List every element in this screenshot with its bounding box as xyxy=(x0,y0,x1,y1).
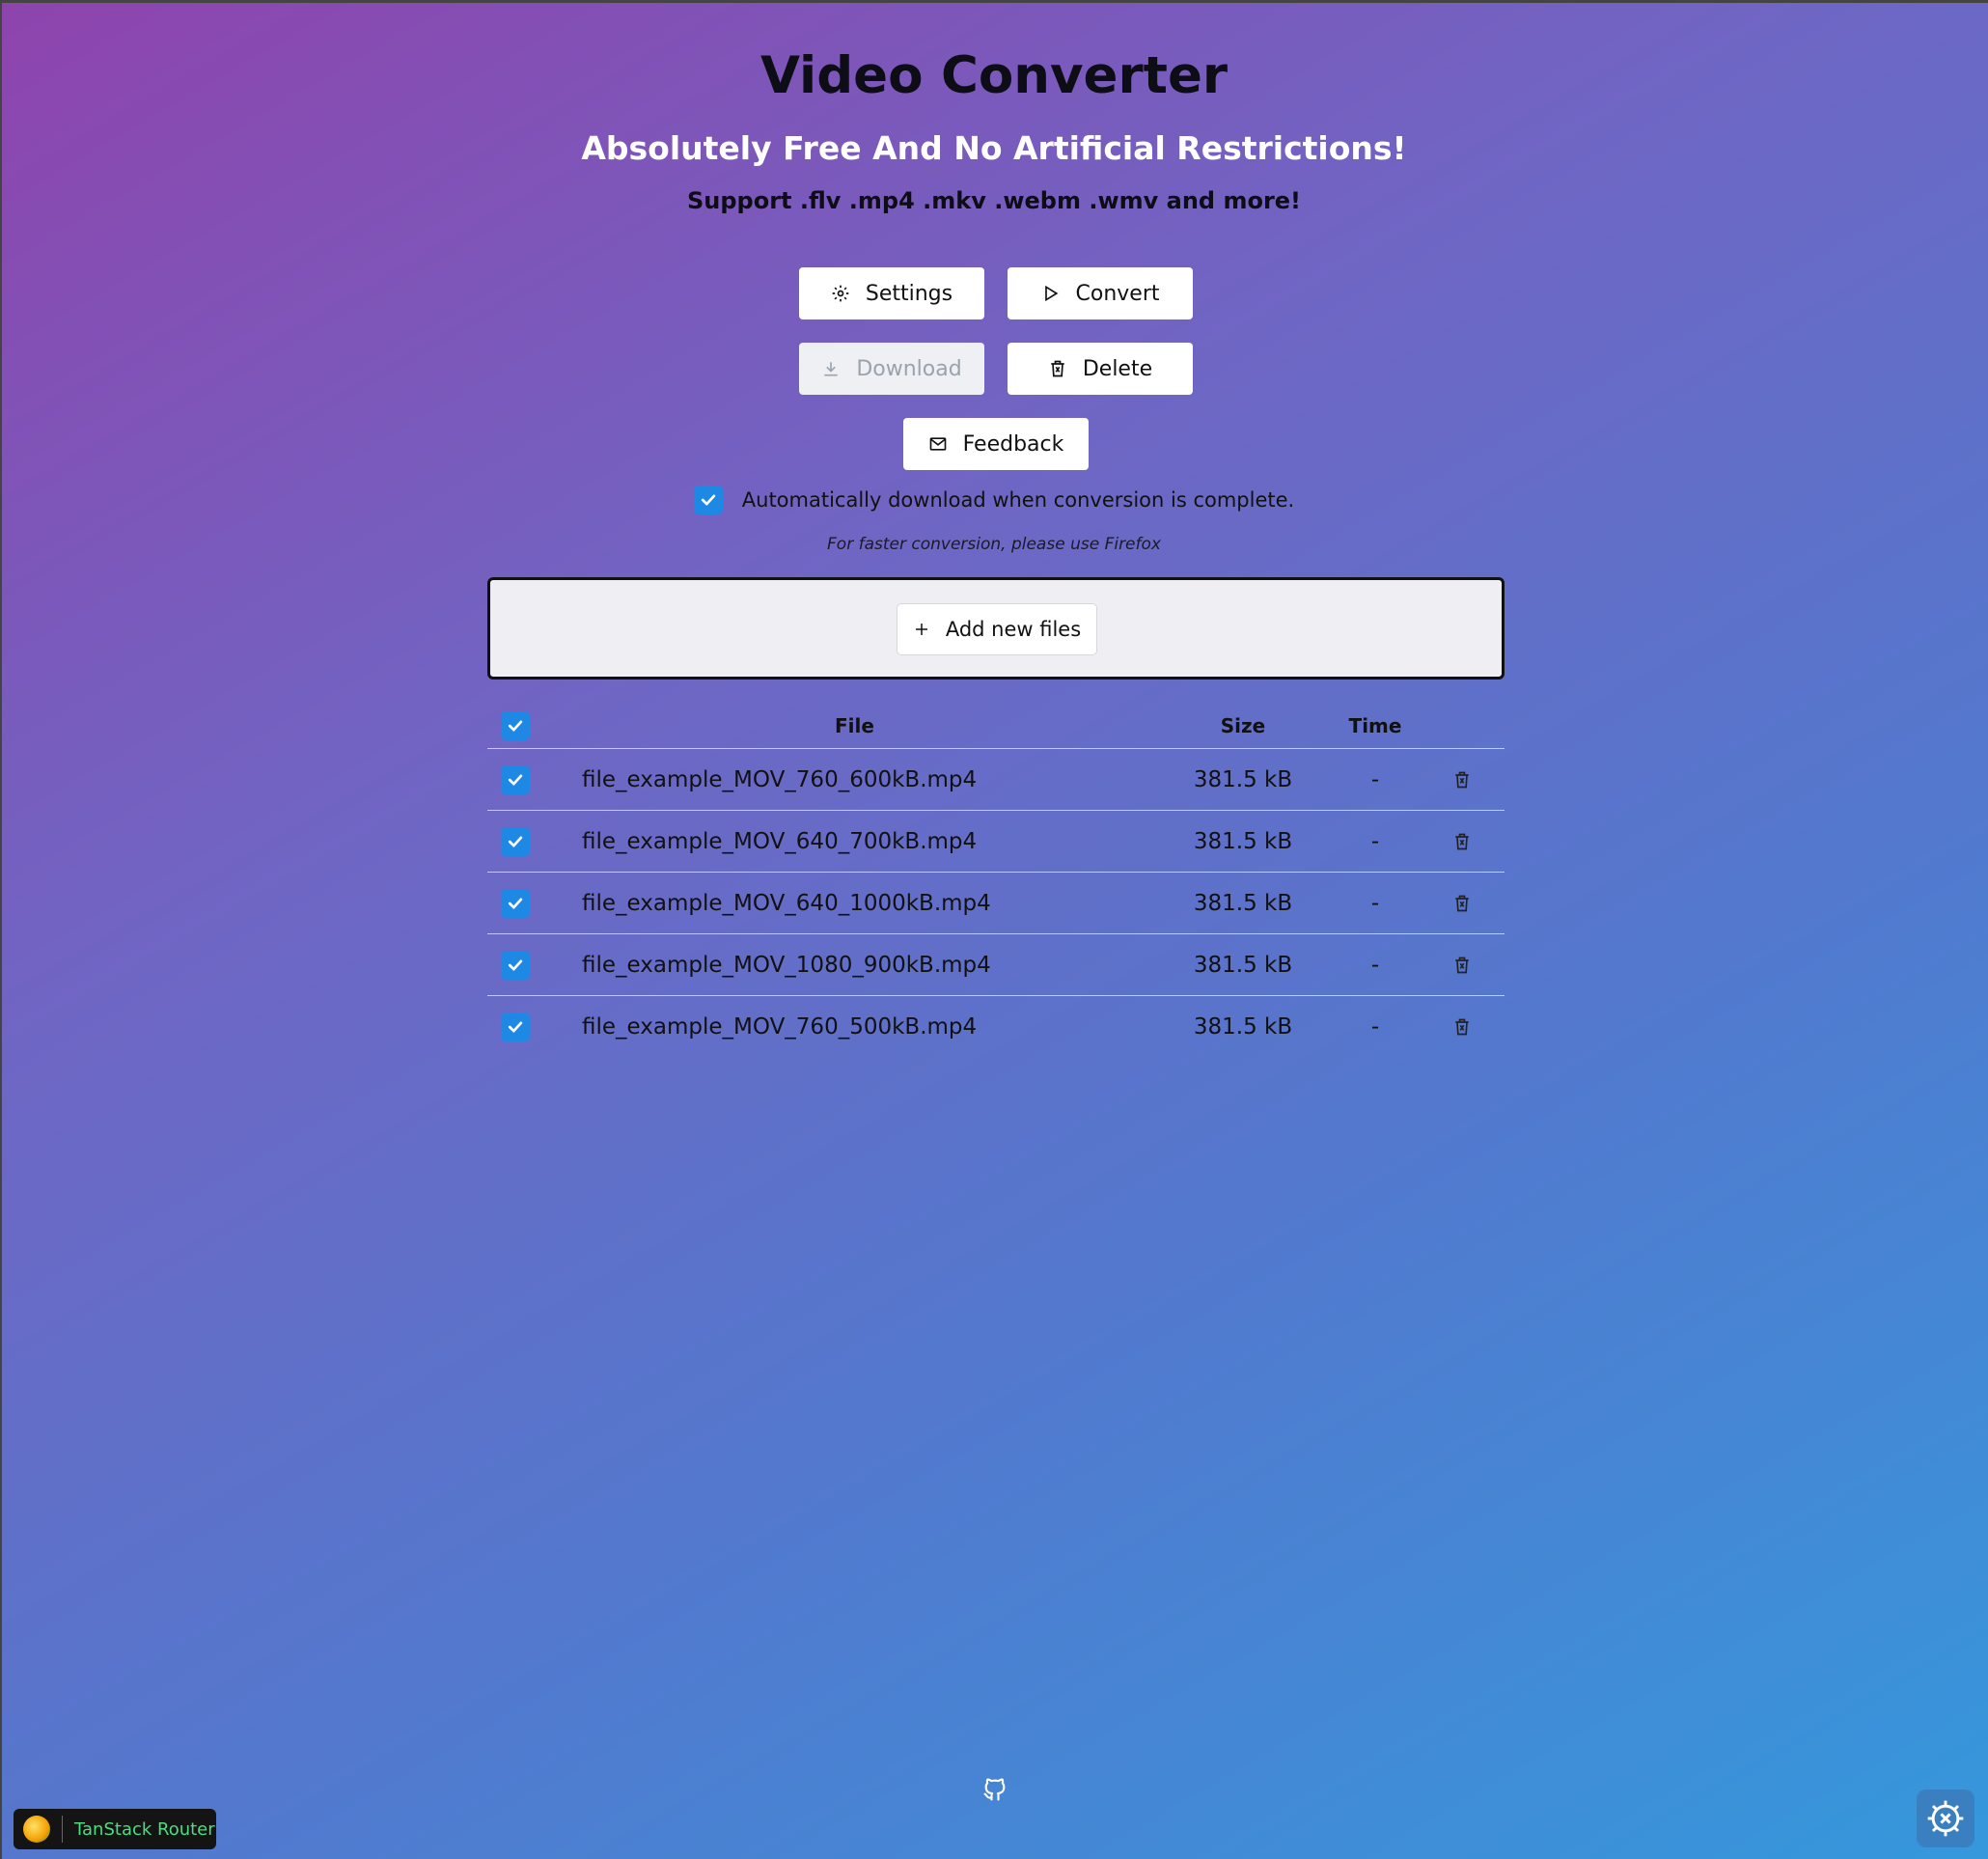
tanstack-devtools-toggle[interactable]: TanStack Router xyxy=(14,1809,216,1849)
row-checkbox[interactable] xyxy=(501,826,530,856)
table-row: file_example_MOV_640_700kB.mp4 381.5 kB … xyxy=(487,811,1505,873)
trash-icon xyxy=(1455,1018,1469,1036)
devtools-settings-button[interactable] xyxy=(1917,1790,1974,1847)
row-file-name: file_example_MOV_760_500kB.mp4 xyxy=(582,1014,978,1040)
row-checkbox[interactable] xyxy=(501,888,530,918)
row-file-size: 381.5 kB xyxy=(1193,828,1293,854)
add-files-label: Add new files xyxy=(945,618,1082,641)
plus-icon xyxy=(915,624,927,635)
row-file-size: 381.5 kB xyxy=(1193,890,1293,916)
row-time: - xyxy=(1370,1014,1380,1040)
row-file-size: 381.5 kB xyxy=(1193,952,1293,978)
download-label: Download xyxy=(856,356,962,381)
auto-download-label: Automatically download when conversion i… xyxy=(741,488,1295,512)
row-file-name: file_example_MOV_1080_900kB.mp4 xyxy=(582,952,991,978)
mail-icon xyxy=(929,437,946,451)
auto-download-checkbox[interactable] xyxy=(693,486,723,514)
trash-icon xyxy=(1455,957,1469,973)
row-file-name: file_example_MOV_640_1000kB.mp4 xyxy=(582,890,991,916)
download-icon xyxy=(824,362,838,376)
table-row: file_example_MOV_760_600kB.mp4 381.5 kB … xyxy=(487,749,1505,811)
convert-button[interactable]: Convert xyxy=(1008,267,1193,319)
row-file-name: file_example_MOV_760_600kB.mp4 xyxy=(582,766,978,792)
table-row: file_example_MOV_760_500kB.mp4 381.5 kB … xyxy=(487,996,1505,1058)
table-row: file_example_MOV_1080_900kB.mp4 381.5 kB… xyxy=(487,934,1505,996)
row-checkbox[interactable] xyxy=(501,950,530,980)
file-table: File Size Time file_example_MOV_760_600k… xyxy=(487,703,1505,1058)
delete-label: Delete xyxy=(1082,356,1153,381)
convert-label: Convert xyxy=(1075,281,1160,306)
check-icon xyxy=(508,959,523,970)
check-icon xyxy=(508,1021,523,1033)
window-top-border xyxy=(0,0,1988,3)
row-file-name: file_example_MOV_640_700kB.mp4 xyxy=(582,828,978,854)
add-files-button[interactable]: Add new files xyxy=(897,603,1097,655)
file-dropzone[interactable]: Add new files xyxy=(487,577,1505,680)
select-all-checkbox[interactable] xyxy=(501,710,530,740)
gear-icon xyxy=(1927,1800,1964,1837)
tanstack-logo-icon xyxy=(23,1816,50,1843)
header-size: Size xyxy=(1220,713,1266,737)
row-file-size: 381.5 kB xyxy=(1193,766,1293,792)
check-icon xyxy=(508,774,523,785)
trash-icon xyxy=(1455,833,1469,849)
row-time: - xyxy=(1370,766,1380,792)
check-icon xyxy=(508,898,523,908)
check-icon xyxy=(701,494,715,506)
settings-button[interactable]: Settings xyxy=(799,267,984,319)
row-delete-button[interactable] xyxy=(1443,934,1481,995)
row-time: - xyxy=(1370,828,1380,854)
feedback-label: Feedback xyxy=(962,431,1064,457)
row-file-size: 381.5 kB xyxy=(1193,1014,1293,1040)
table-header: File Size Time xyxy=(487,703,1505,749)
download-button[interactable]: Download xyxy=(799,343,984,395)
window-left-border xyxy=(0,0,2,1859)
supported-formats: Support .flv .mp4 .mkv .webm .wmv and mo… xyxy=(686,187,1301,214)
page-subtitle: Absolutely Free And No Artificial Restri… xyxy=(581,129,1407,167)
page-title: Video Converter xyxy=(759,46,1229,105)
divider xyxy=(62,1816,63,1843)
row-delete-button[interactable] xyxy=(1443,996,1481,1058)
check-icon xyxy=(508,836,523,846)
firefox-hint: For faster conversion, please use Firefo… xyxy=(827,535,1161,554)
github-icon[interactable] xyxy=(981,1776,1008,1803)
auto-download-option: Automatically download when conversion i… xyxy=(0,486,1988,514)
trash-icon xyxy=(1455,771,1469,788)
check-icon xyxy=(508,720,523,731)
row-time: - xyxy=(1370,952,1380,978)
delete-button[interactable]: Delete xyxy=(1008,343,1193,395)
settings-label: Settings xyxy=(865,281,953,306)
feedback-button[interactable]: Feedback xyxy=(903,418,1089,470)
row-delete-button[interactable] xyxy=(1443,873,1481,933)
table-row: file_example_MOV_640_1000kB.mp4 381.5 kB… xyxy=(487,873,1505,934)
trash-icon xyxy=(1455,895,1469,911)
tanstack-label: TanStack Router xyxy=(74,1818,215,1840)
header-time: Time xyxy=(1348,713,1402,737)
gear-icon xyxy=(832,285,849,302)
row-delete-button[interactable] xyxy=(1443,749,1481,810)
row-checkbox[interactable] xyxy=(501,764,530,794)
play-icon xyxy=(1044,285,1058,302)
header-file: File xyxy=(835,713,874,737)
row-delete-button[interactable] xyxy=(1443,811,1481,872)
trash-icon xyxy=(1051,360,1064,377)
row-time: - xyxy=(1370,890,1380,916)
row-checkbox[interactable] xyxy=(501,1013,530,1041)
